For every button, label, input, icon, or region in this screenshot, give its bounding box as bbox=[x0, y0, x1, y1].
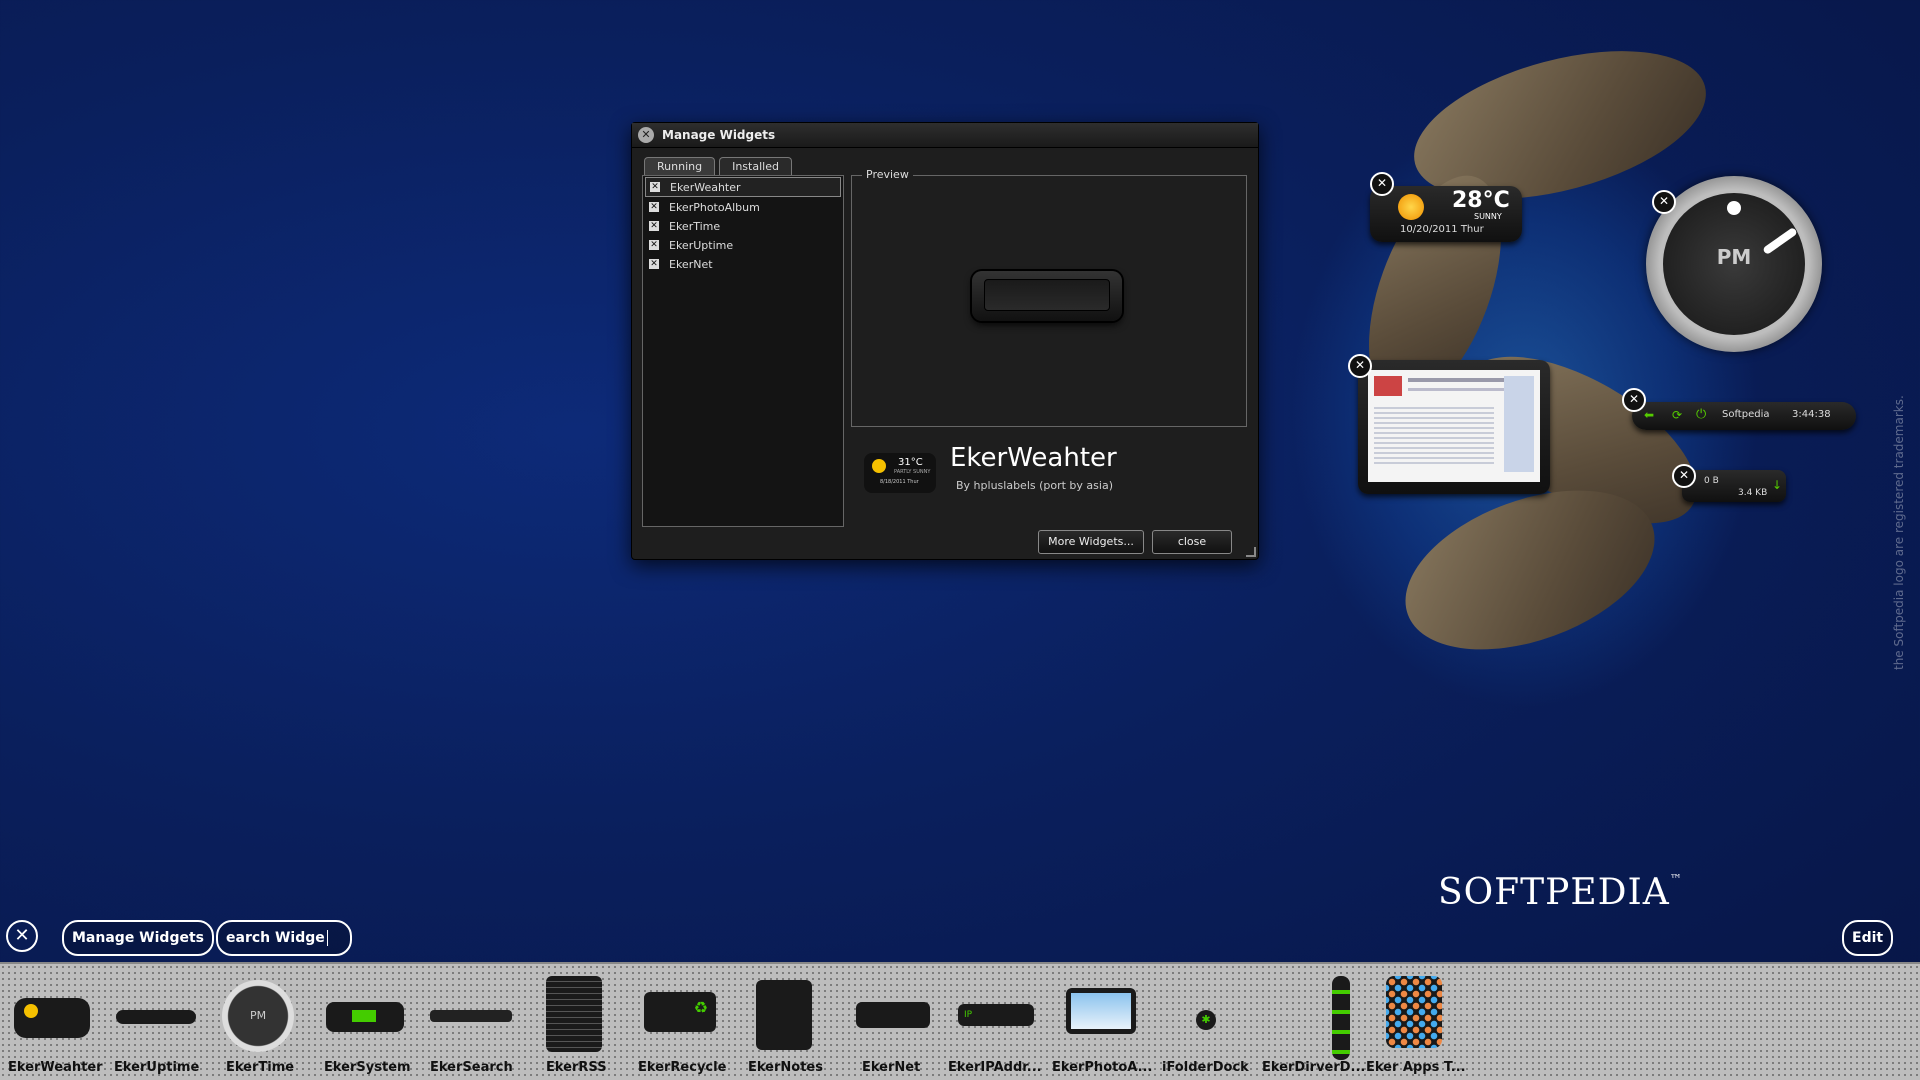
remove-widget-icon[interactable]: ✕ bbox=[1622, 388, 1646, 412]
tab-installed[interactable]: Installed bbox=[719, 157, 792, 175]
download-arrow-icon: ↓ bbox=[1772, 478, 1783, 492]
photo-thumbnail bbox=[1368, 370, 1540, 482]
edit-button[interactable]: Edit bbox=[1842, 920, 1894, 956]
remove-checkbox[interactable]: ✕ bbox=[649, 202, 659, 212]
dock-label: EkerWeahter bbox=[8, 1060, 103, 1075]
dock-label: EkerNotes bbox=[748, 1060, 823, 1075]
softpedia-logo: SOFTPEDIA™ bbox=[1438, 872, 1683, 913]
trademark-text: the Softpedia logo are registered tradem… bbox=[1892, 395, 1906, 670]
dialog-titlebar: ✕ Manage Widgets bbox=[632, 123, 1258, 148]
search-widget-icon[interactable] bbox=[430, 968, 512, 1022]
list-item[interactable]: ✕ EkerPhotoAlbum bbox=[645, 198, 841, 216]
dock-label: EkerSearch bbox=[430, 1060, 513, 1075]
list-item[interactable]: ✕ EkerTime bbox=[645, 217, 841, 235]
refresh-icon: ⟳ bbox=[1672, 408, 1683, 422]
uptime-time: 3:44:38 bbox=[1792, 409, 1831, 420]
close-button[interactable]: close bbox=[1152, 530, 1232, 554]
dock-label: EkerSystem bbox=[324, 1060, 411, 1075]
dock-label: Eker Apps T... bbox=[1366, 1060, 1466, 1075]
driver-widget-icon[interactable] bbox=[1332, 968, 1350, 1060]
dock-label: EkerUptime bbox=[114, 1060, 200, 1075]
net-download: 3.4 KB bbox=[1738, 488, 1768, 498]
ip-widget-icon[interactable]: IP bbox=[958, 968, 1034, 1026]
resize-grip-icon[interactable] bbox=[1246, 547, 1256, 557]
dock-label: iFolderDock bbox=[1162, 1060, 1249, 1075]
notes-widget-icon[interactable] bbox=[756, 968, 812, 1050]
dock-label: EkerIPAddr... bbox=[948, 1060, 1042, 1075]
weather-condition: SUNNY bbox=[1474, 212, 1502, 221]
weather-thumbnail-icon: 31°C PARTLY SUNNY 8/18/2011 Thur bbox=[864, 453, 936, 493]
uptime-widget-icon[interactable] bbox=[116, 968, 196, 1024]
preview-panel: Preview bbox=[851, 168, 1247, 427]
remove-checkbox[interactable]: ✕ bbox=[649, 221, 659, 231]
photo-widget-icon[interactable] bbox=[1066, 968, 1136, 1034]
weather-widget-icon[interactable] bbox=[14, 968, 90, 1038]
remove-widget-icon[interactable]: ✕ bbox=[1370, 172, 1394, 196]
remove-widget-icon[interactable]: ✕ bbox=[1348, 354, 1372, 378]
dialog-close-icon[interactable]: ✕ bbox=[638, 127, 654, 143]
recycle-widget-icon[interactable]: ♻ bbox=[644, 968, 716, 1032]
net-widget-icon[interactable] bbox=[856, 968, 930, 1028]
weather-widget[interactable]: 28°C SUNNY 10/20/2011 Thur bbox=[1370, 186, 1522, 242]
list-item[interactable]: ✕ EkerWeahter bbox=[645, 177, 841, 197]
dock-label: EkerTime bbox=[226, 1060, 295, 1075]
remove-checkbox[interactable]: ✕ bbox=[649, 259, 659, 269]
preview-widget-image bbox=[972, 271, 1122, 321]
dock-label: EkerRecycle bbox=[638, 1060, 727, 1075]
manage-widgets-dialog: ✕ Manage Widgets Running Installed ✕ Eker… bbox=[631, 122, 1259, 560]
tab-running[interactable]: Running bbox=[644, 157, 716, 175]
power-icon: ⏻ bbox=[1696, 407, 1707, 422]
manage-widgets-button[interactable]: Manage Widgets bbox=[62, 920, 214, 956]
remove-checkbox[interactable]: ✕ bbox=[650, 182, 660, 192]
sun-icon bbox=[1398, 194, 1424, 220]
clock-marker bbox=[1727, 201, 1741, 215]
uptime-widget[interactable]: ⬅ ⟳ ⏻ Softpedia 3:44:38 bbox=[1632, 402, 1856, 430]
remove-widget-icon[interactable]: ✕ bbox=[1652, 190, 1676, 214]
running-widgets-list: ✕ EkerWeahter ✕ EkerPhotoAlbum ✕ EkerTime ✕… bbox=[642, 175, 844, 527]
system-widget-icon[interactable] bbox=[326, 968, 404, 1032]
remove-checkbox[interactable]: ✕ bbox=[649, 240, 659, 250]
rss-widget-icon[interactable] bbox=[546, 968, 602, 1052]
clock-widget-icon[interactable]: PM bbox=[222, 968, 294, 1052]
more-widgets-button[interactable]: More Widgets... bbox=[1038, 530, 1144, 554]
selected-widget-author: By hpluslabels (port by asia) bbox=[956, 479, 1113, 492]
preview-label: Preview bbox=[862, 168, 913, 181]
apps-widget-icon[interactable] bbox=[1386, 968, 1442, 1048]
list-item[interactable]: ✕ EkerNet bbox=[645, 255, 841, 273]
weather-temp: 28°C bbox=[1452, 188, 1510, 213]
dialog-tabs: Running Installed bbox=[644, 157, 792, 175]
net-upload: 0 B bbox=[1704, 476, 1719, 486]
weather-date: 10/20/2011 Thur bbox=[1400, 224, 1484, 235]
dock-label: EkerNet bbox=[862, 1060, 921, 1075]
clock-ampm: PM bbox=[1716, 245, 1752, 269]
arrow-left-icon: ⬅ bbox=[1644, 408, 1655, 422]
dialog-title: Manage Widgets bbox=[662, 128, 776, 142]
dock-label: EkerPhotoA... bbox=[1052, 1060, 1153, 1075]
net-widget[interactable]: 0 B 3.4 KB ↓ bbox=[1682, 470, 1786, 502]
selected-widget-name: EkerWeahter bbox=[950, 443, 1117, 473]
photo-album-widget[interactable] bbox=[1358, 360, 1550, 494]
list-item[interactable]: ✕ EkerUptime bbox=[645, 236, 841, 254]
remove-widget-icon[interactable]: ✕ bbox=[1672, 464, 1696, 488]
search-widgets-input[interactable]: earch Widge bbox=[216, 920, 352, 956]
folder-dock-icon[interactable]: ✱ bbox=[1196, 968, 1216, 1030]
close-widget-manager-icon[interactable]: ✕ bbox=[6, 920, 38, 952]
dock-label: EkerDirverD... bbox=[1262, 1060, 1366, 1075]
text-cursor bbox=[326, 930, 328, 946]
uptime-name: Softpedia bbox=[1722, 409, 1770, 420]
dock-label: EkerRSS bbox=[546, 1060, 607, 1075]
